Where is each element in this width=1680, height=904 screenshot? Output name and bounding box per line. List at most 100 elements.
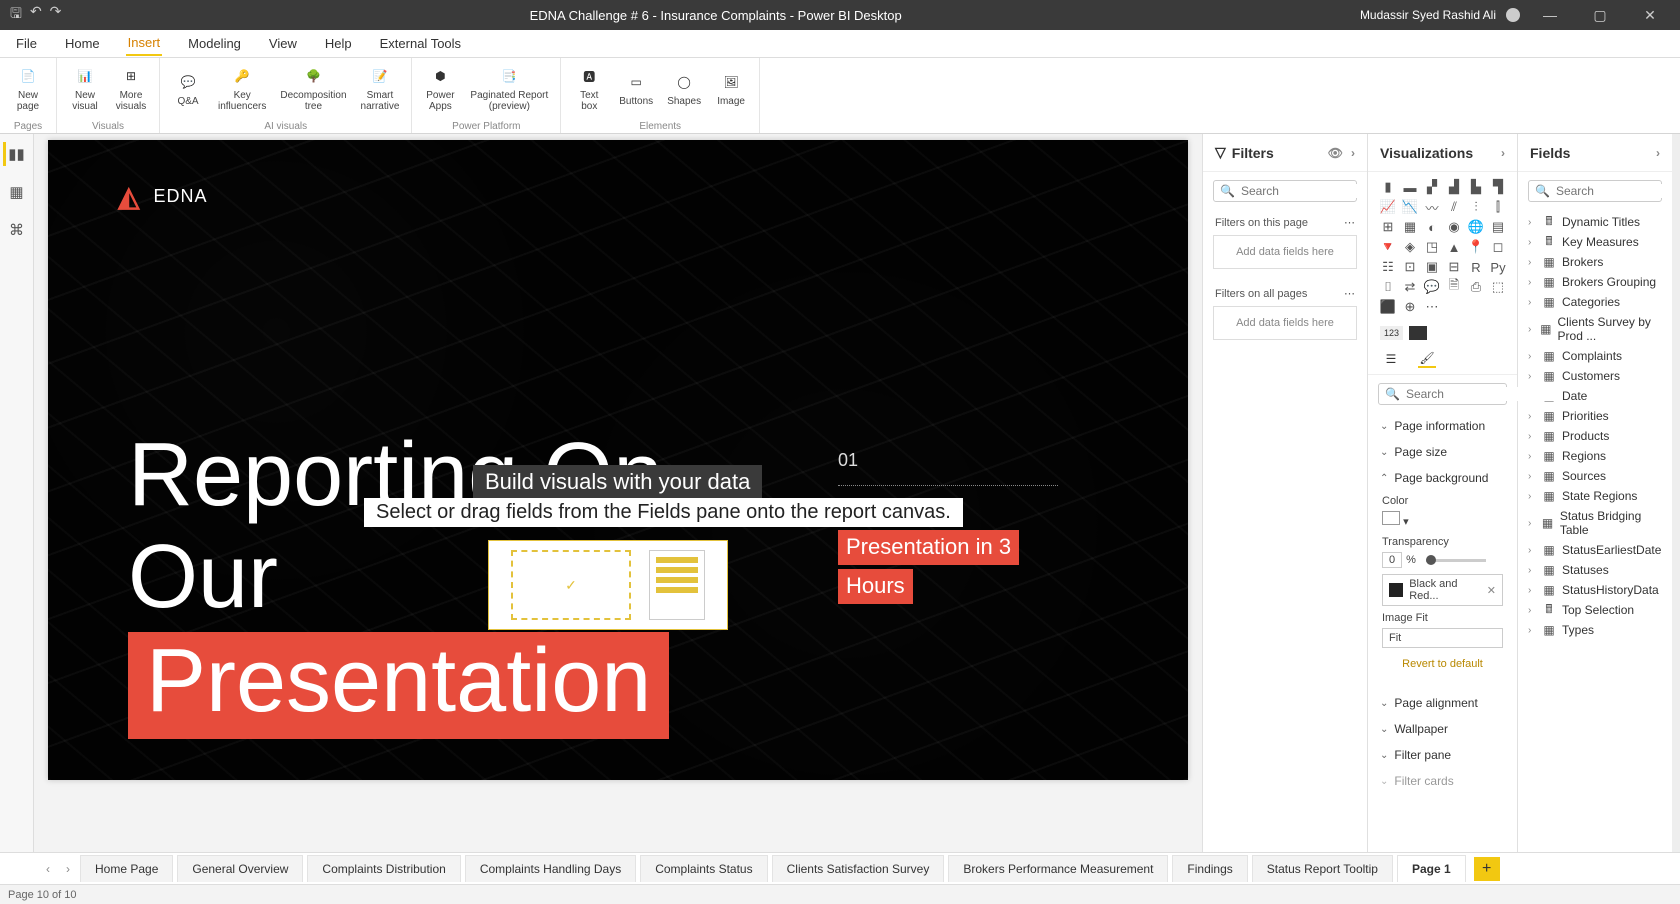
model-view-icon[interactable]: ⌘ <box>5 218 29 242</box>
section-filter-cards[interactable]: ⌄Filter cards <box>1368 768 1517 794</box>
revert-default[interactable]: Revert to default <box>1382 648 1503 680</box>
transparency-slider[interactable] <box>1426 559 1486 562</box>
ribbon-new[interactable]: 📄Newpage <box>6 62 50 114</box>
ribbon-more[interactable]: ⊞Morevisuals <box>109 62 153 114</box>
viz-type-icon[interactable]: ⬚ <box>1488 278 1508 296</box>
filters-page-drop[interactable]: Add data fields here <box>1213 235 1357 269</box>
section-page-info[interactable]: ⌄Page information <box>1368 413 1517 439</box>
page-tab-general-overview[interactable]: General Overview <box>177 855 303 882</box>
section-page-size[interactable]: ⌄Page size <box>1368 439 1517 465</box>
viz-type-icon[interactable]: 〰 <box>1422 198 1442 216</box>
viz-type-icon[interactable]: 🗎 <box>1444 278 1464 296</box>
viz-type-icon[interactable]: 📈 <box>1378 198 1398 216</box>
avatar-icon[interactable] <box>1506 8 1520 22</box>
redo-icon[interactable]: ↷ <box>50 3 62 27</box>
menu-tab-insert[interactable]: Insert <box>126 31 163 56</box>
more-icon[interactable]: ⋯ <box>1344 216 1355 229</box>
next-page-icon[interactable]: › <box>60 862 76 876</box>
viz-type-icon[interactable]: ▙ <box>1466 178 1486 196</box>
viz-type-icon[interactable]: ⊡ <box>1400 258 1420 276</box>
viz-type-icon[interactable]: ▟ <box>1444 178 1464 196</box>
menu-tab-file[interactable]: File <box>14 32 39 55</box>
viz-type-icon[interactable]: ▮ <box>1378 178 1398 196</box>
field-key-measures[interactable]: ›🖩Key Measures <box>1526 232 1664 252</box>
field-categories[interactable]: ›▦Categories <box>1526 292 1664 312</box>
page-tab-clients-satisfaction-survey[interactable]: Clients Satisfaction Survey <box>772 855 945 882</box>
close-button[interactable]: ✕ <box>1630 7 1670 24</box>
ribbon-paginated-report[interactable]: 📑Paginated Report(preview) <box>464 62 554 114</box>
section-page-align[interactable]: ⌄Page alignment <box>1368 690 1517 716</box>
field-priorities[interactable]: ›▦Priorities <box>1526 406 1664 426</box>
field-clients-survey-by-prod-[interactable]: ›▦Clients Survey by Prod ... <box>1526 312 1664 346</box>
viz-type-icon[interactable]: ⫽ <box>1444 198 1464 216</box>
maximize-button[interactable]: ▢ <box>1580 7 1620 24</box>
field-types[interactable]: ›▦Types <box>1526 620 1664 640</box>
viz-search[interactable]: 🔍 <box>1378 383 1507 405</box>
ribbon-power[interactable]: ⬢PowerApps <box>418 62 462 114</box>
viz-type-icon[interactable]: ⎙ <box>1466 278 1486 296</box>
viz-chip-dark[interactable] <box>1409 326 1427 340</box>
report-view-icon[interactable]: ▮▮ <box>3 142 27 166</box>
collapse-icon[interactable]: › <box>1351 146 1355 160</box>
viz-chip[interactable]: 123 <box>1380 326 1403 340</box>
field-brokers-grouping[interactable]: ›▦Brokers Grouping <box>1526 272 1664 292</box>
viz-type-icon[interactable]: ▤ <box>1488 218 1508 236</box>
canvas-area[interactable]: ◭ EDNA Reporting On Our Presentation Bui… <box>34 134 1202 852</box>
prev-page-icon[interactable]: ‹ <box>40 862 56 876</box>
fields-search-input[interactable] <box>1556 184 1680 198</box>
viz-type-icon[interactable]: ⊟ <box>1444 258 1464 276</box>
viz-type-icon[interactable]: ◐ <box>1422 218 1442 236</box>
page-tab-complaints-status[interactable]: Complaints Status <box>640 855 767 882</box>
section-filter-pane[interactable]: ⌄Filter pane <box>1368 742 1517 768</box>
page-tab-status-report-tooltip[interactable]: Status Report Tooltip <box>1252 855 1393 882</box>
image-fit-select[interactable]: Fit <box>1382 628 1503 648</box>
field-regions[interactable]: ›▦Regions <box>1526 446 1664 466</box>
viz-type-icon[interactable]: ⋯ <box>1422 298 1442 316</box>
page-tab-page-1[interactable]: Page 1 <box>1397 855 1466 882</box>
undo-icon[interactable]: ↶ <box>30 3 42 27</box>
report-canvas[interactable]: ◭ EDNA Reporting On Our Presentation Bui… <box>48 140 1188 780</box>
viz-type-icon[interactable]: Py <box>1488 258 1508 276</box>
viz-type-icon[interactable]: ⫿ <box>1488 198 1508 216</box>
menu-tab-modeling[interactable]: Modeling <box>186 32 243 55</box>
section-wallpaper[interactable]: ⌄Wallpaper <box>1368 716 1517 742</box>
field-state-regions[interactable]: ›▦State Regions <box>1526 486 1664 506</box>
field-statushistorydata[interactable]: ›▦StatusHistoryData <box>1526 580 1664 600</box>
viz-type-icon[interactable]: ▜ <box>1488 178 1508 196</box>
fields-tab-icon[interactable]: ☰ <box>1382 350 1400 368</box>
field-status-bridging-table[interactable]: ›▦Status Bridging Table <box>1526 506 1664 540</box>
ribbon-smart[interactable]: 📝Smartnarrative <box>355 62 406 114</box>
viz-type-icon[interactable]: ◳ <box>1422 238 1442 256</box>
viz-type-icon[interactable]: ▣ <box>1422 258 1442 276</box>
color-swatch[interactable] <box>1382 511 1400 525</box>
field-top-selection[interactable]: ›🖩Top Selection <box>1526 600 1664 620</box>
more-icon[interactable]: ⋯ <box>1344 287 1355 300</box>
field-customers[interactable]: ›▦Customers <box>1526 366 1664 386</box>
viz-type-icon[interactable]: ⇄ <box>1400 278 1420 296</box>
field-statuses[interactable]: ›▦Statuses <box>1526 560 1664 580</box>
data-view-icon[interactable]: ▦ <box>5 180 29 204</box>
section-page-bg[interactable]: ⌃Page background <box>1368 465 1517 491</box>
field-brokers[interactable]: ›▦Brokers <box>1526 252 1664 272</box>
viz-type-icon[interactable]: 📍 <box>1466 238 1486 256</box>
menu-tab-home[interactable]: Home <box>63 32 102 55</box>
viz-type-icon[interactable]: 💬 <box>1422 278 1442 296</box>
filters-search[interactable]: 🔍 <box>1213 180 1357 202</box>
page-tab-findings[interactable]: Findings <box>1172 855 1247 882</box>
viz-type-icon[interactable]: ⊕ <box>1400 298 1420 316</box>
ribbon-shapes[interactable]: ◯Shapes <box>661 62 707 114</box>
ribbon-new[interactable]: 📊Newvisual <box>63 62 107 114</box>
viz-type-icon[interactable]: R <box>1466 258 1486 276</box>
page-tab-brokers-performance-measurement[interactable]: Brokers Performance Measurement <box>948 855 1168 882</box>
field-sources[interactable]: ›▦Sources <box>1526 466 1664 486</box>
viz-type-icon[interactable]: 📉 <box>1400 198 1420 216</box>
viz-type-icon[interactable]: ▲ <box>1444 238 1464 256</box>
viz-type-icon[interactable]: 🌐 <box>1466 218 1486 236</box>
field-products[interactable]: ›▦Products <box>1526 426 1664 446</box>
ribbon-buttons[interactable]: ▭Buttons <box>613 62 659 114</box>
view-icon[interactable]: 👁 <box>1328 146 1343 160</box>
viz-type-icon[interactable]: ◻ <box>1488 238 1508 256</box>
menu-tab-external-tools[interactable]: External Tools <box>378 32 463 55</box>
ribbon-text[interactable]: 🅰Textbox <box>567 62 611 114</box>
viz-type-icon[interactable]: ☷ <box>1378 258 1398 276</box>
